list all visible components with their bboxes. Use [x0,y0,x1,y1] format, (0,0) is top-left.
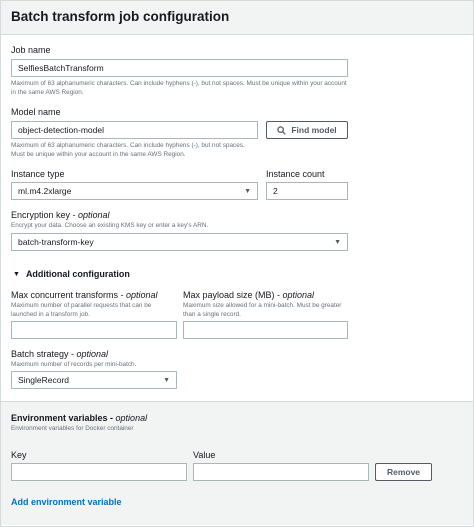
additional-config-label: Additional configuration [25,269,130,279]
max-concurrent-hint: Maximum number of parallel requests that… [11,302,152,318]
optional-tag: optional [78,210,110,220]
job-name-hint: Maximum of 63 alphanumeric characters. C… [11,80,347,96]
max-payload-hint: Maximum size allowed for a mini-batch. M… [183,302,342,318]
encryption-key-hint: Encrypt your data. Choose an existing KM… [11,222,209,229]
env-key-label: Key [11,450,27,460]
model-name-label: Model name [11,107,61,117]
max-payload-label-text: Max payload size (MB) - [183,290,283,300]
additional-config-toggle[interactable]: ▼ Additional configuration [13,269,130,279]
batch-strategy-hint: Maximum number of records per mini-batch… [11,361,137,368]
max-concurrent-input[interactable] [11,321,177,339]
max-payload-input[interactable] [183,321,348,339]
search-icon [277,125,287,135]
job-name-label: Job name [11,45,51,55]
caret-down-icon: ▼ [163,376,170,384]
env-vars-title: Environment variables - optional [11,413,147,423]
instance-type-label: Instance type [11,169,65,179]
max-payload-label: Max payload size (MB) - optional [183,290,314,300]
batch-strategy-value: SingleRecord [18,375,70,385]
find-model-button[interactable]: Find model [266,121,348,139]
add-environment-variable-link[interactable]: Add environment variable [11,497,122,507]
encryption-key-label: Encryption key - optional [11,210,110,220]
batch-strategy-select[interactable]: SingleRecord ▼ [11,371,177,389]
instance-count-label: Instance count [266,169,325,179]
env-vars-title-text: Environment variables - [11,413,116,423]
caret-down-icon: ▼ [244,187,251,195]
batch-strategy-label-text: Batch strategy - [11,349,77,359]
optional-tag: optional [115,413,148,423]
env-key-input[interactable] [11,463,187,481]
env-vars-hint: Environment variables for Docker contain… [11,425,134,432]
model-name-input[interactable]: object-detection-model [11,121,258,139]
encryption-key-label-text: Encryption key - [11,210,79,220]
job-name-input[interactable]: SelfiesBatchTransform [11,59,348,77]
caret-down-icon: ▼ [13,270,20,278]
optional-tag: optional [126,290,158,300]
env-value-label: Value [193,450,216,460]
optional-tag: optional [76,349,109,359]
encryption-key-select[interactable]: batch-transform-key ▼ [11,233,348,251]
batch-strategy-label: Batch strategy - optional [11,349,108,359]
instance-type-value: ml.m4.2xlarge [18,186,72,196]
page-title: Batch transform job configuration [11,9,230,24]
find-model-label: Find model [291,125,337,135]
model-name-hint: Maximum of 63 alphanumeric characters. C… [11,142,245,158]
optional-tag: optional [282,290,315,300]
caret-down-icon: ▼ [334,238,341,246]
encryption-key-value: batch-transform-key [18,237,94,247]
instance-type-select[interactable]: ml.m4.2xlarge ▼ [11,182,258,200]
env-value-input[interactable] [193,463,369,481]
instance-count-input[interactable]: 2 [266,182,348,200]
remove-button[interactable]: Remove [375,463,432,481]
max-concurrent-label-text: Max concurrent transforms - [11,290,127,300]
max-concurrent-label: Max concurrent transforms - optional [11,290,158,300]
